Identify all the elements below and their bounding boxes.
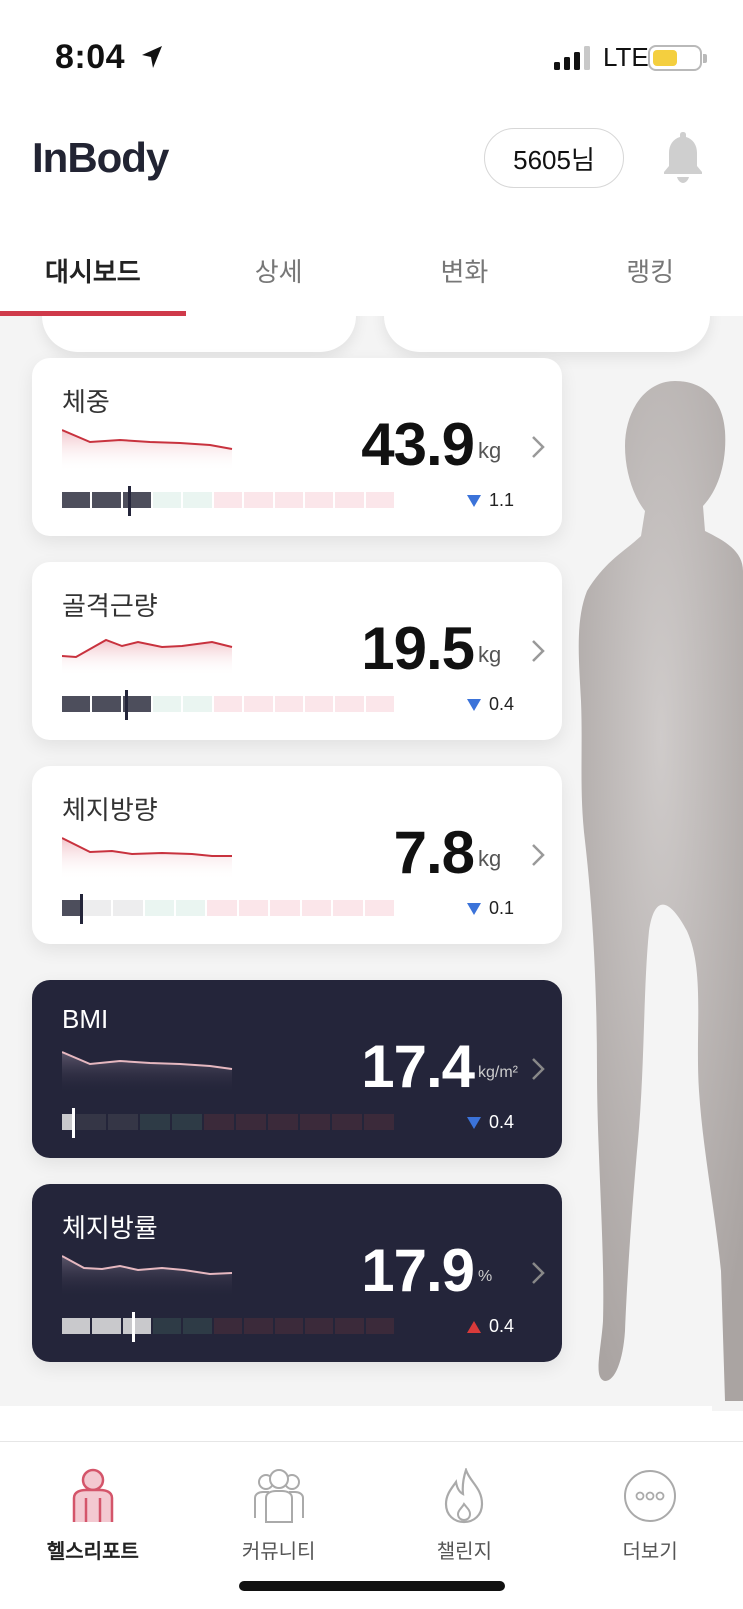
network-type: LTE [603,42,649,72]
chevron-right-icon[interactable] [530,1260,546,1286]
up-arrow-icon [467,1321,481,1334]
range-bar [62,492,394,508]
down-arrow-icon [467,1117,481,1130]
status-bar: 8:04 LTE [0,0,743,110]
sparkline-chart [62,638,233,676]
chevron-right-icon[interactable] [530,842,546,868]
range-marker [125,690,128,720]
inbody-logo: InBody [32,134,169,181]
down-arrow-icon [467,495,481,508]
nav-label: 챌린지 [436,1541,492,1563]
metric-label: 체중 [62,387,110,417]
tab-dashboard[interactable]: 대시보드 [0,230,186,316]
metric-label: 체지방량 [62,795,158,825]
home-indicator [239,1581,505,1591]
sparkline-chart [62,429,233,472]
tab-change[interactable]: 변화 [372,230,558,316]
range-marker [80,894,83,924]
chevron-right-icon[interactable] [530,434,546,460]
metric-delta: 0.4 [467,694,514,715]
chevron-right-icon[interactable] [530,638,546,664]
nav-label: 헬스리포트 [46,1541,139,1563]
tab-ranking[interactable]: 랭킹 [557,230,743,316]
health-report-icon [72,1468,114,1522]
tab-detail[interactable]: 상세 [186,230,372,316]
metric-value: 43.9 [361,411,475,478]
metric-label: 골격근량 [62,591,158,621]
metric-value: 19.5 [361,615,475,682]
metric-label: BMI [62,1004,109,1034]
sparkline-chart [62,1051,233,1094]
app-header: InBody 5605님 [0,110,743,220]
metric-delta: 0.1 [467,898,514,919]
more-icon [624,1470,677,1522]
nav-label: 커뮤니티 [241,1541,316,1563]
bell-icon[interactable] [660,130,706,184]
metric-unit: % [478,1268,493,1285]
metric-unit: kg [478,642,502,667]
sparkline-chart [62,837,232,880]
metric-card-body-fat-mass[interactable]: 체지방량 7.8 kg 0.1 [32,766,562,944]
next-section-card[interactable] [0,1406,712,1411]
range-marker [128,486,131,516]
range-marker [72,1108,75,1138]
metric-card-weight[interactable]: 체중 43.9 kg 1.1 [32,358,562,536]
metric-card-bmi[interactable]: BMI 17.4 kg/m² 0.4 [32,980,562,1158]
metric-card-body-fat-percent[interactable]: 체지방률 17.9 % 0.4 [32,1184,562,1362]
range-bar [62,900,395,916]
nav-health-report[interactable]: 헬스리포트 [0,1442,186,1609]
body-silhouette-image [578,381,743,1401]
community-icon [253,1469,304,1523]
tab-bar: 대시보드 상세 변화 랭킹 [0,230,743,316]
metric-unit: kg [478,846,502,871]
range-bar [62,1318,394,1334]
status-time: 8:04 [55,38,126,76]
metric-card-skeletal-muscle[interactable]: 골격근량 19.5 kg 0.4 [32,562,562,740]
user-chip[interactable]: 5605님 [484,128,624,188]
metric-delta: 1.1 [467,490,514,511]
metric-delta: 0.4 [467,1112,514,1133]
range-bar [62,696,394,712]
range-marker [132,1312,135,1342]
signal-icon [554,46,590,70]
summary-card-right[interactable] [384,316,710,352]
flame-icon [445,1466,484,1524]
chevron-right-icon[interactable] [530,1056,546,1082]
down-arrow-icon [467,699,481,712]
down-arrow-icon [467,903,481,916]
metric-value: 17.4 [361,1033,475,1100]
nav-label: 더보기 [622,1541,678,1563]
battery-icon [648,45,707,71]
location-arrow-icon [142,46,162,68]
nav-more[interactable]: 더보기 [557,1442,743,1609]
range-bar [62,1114,394,1130]
metric-value: 7.8 [393,819,475,886]
summary-card-left[interactable] [42,316,356,352]
metric-unit: kg/m² [478,1064,518,1081]
metric-value: 17.9 [361,1237,475,1304]
metric-label: 체지방률 [62,1213,158,1243]
dashboard-content[interactable]: 체중 43.9 kg 1.1 골격근량 19.5 kg 0.4 체지방량 7.8… [0,316,743,1411]
metric-unit: kg [478,438,502,463]
sparkline-chart [62,1255,233,1298]
metric-delta: 0.4 [467,1316,514,1337]
